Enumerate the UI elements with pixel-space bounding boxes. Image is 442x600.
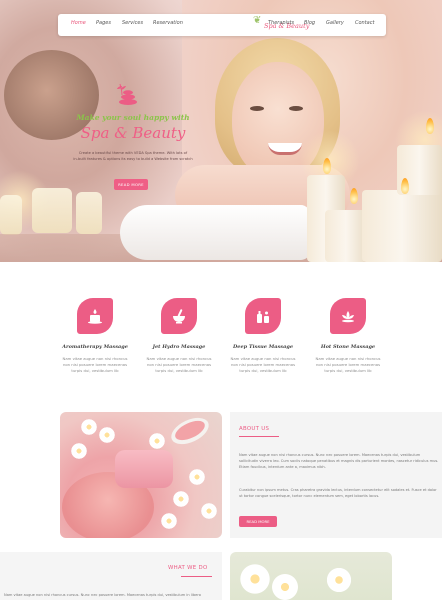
nav-item-home[interactable]: Home [71, 20, 86, 26]
bottles-icon [245, 298, 281, 334]
about-paragraph: Nam vitae augue non nisi rhoncus cursus.… [239, 453, 439, 470]
service-description-line: Nam vitae augue non nisi rhoncus [230, 356, 296, 361]
hero-read-more-button[interactable]: READ MORE [114, 179, 148, 190]
flower [172, 490, 190, 508]
flower [70, 442, 88, 460]
about-title: ABOUT US [239, 426, 270, 432]
candle-flame [426, 118, 434, 134]
service-card[interactable]: Aromatherapy Massage Nam vitae augue non… [55, 298, 135, 373]
service-title: Aromatherapy Massage [62, 344, 128, 350]
hero-banner: Make your soul happy with Spa & Beauty C… [0, 0, 442, 262]
service-description-line: turpis dui, vestibulum lib [239, 367, 287, 373]
candle-jar [0, 195, 22, 235]
service-description-line: non nisi posuere lorem maecenas [315, 361, 381, 367]
nav-item-pages[interactable]: Pages [96, 20, 111, 26]
candle-flame [401, 178, 409, 194]
about-section: ABOUT US Nam vitae augue non nisi rhoncu… [230, 412, 442, 538]
lotus-icon [330, 298, 366, 334]
what-we-do-paragraph: Nam vitae augue non nisi rhoncus cursus.… [4, 593, 201, 597]
leaf-logo-icon: ❦ [253, 15, 262, 26]
lotus-stones-icon [114, 80, 140, 106]
hero-towel [120, 205, 310, 260]
service-description-line: non nisi posuere lorem maecenas [62, 361, 128, 367]
candle-flame [323, 158, 331, 174]
service-title: Hot Stone Massage [320, 344, 376, 350]
flower [148, 432, 166, 450]
mortar-pestle-icon [161, 298, 197, 334]
what-we-do-divider [181, 576, 212, 577]
service-description-line: Nam vitae augue non nisi rhoncus [146, 356, 212, 361]
candle [325, 210, 367, 262]
service-description-line: turpis dui, vestibulum lib [155, 367, 203, 373]
service-card[interactable]: Deep Tissue Massage Nam vitae augue non … [223, 298, 303, 373]
about-image [60, 412, 222, 538]
service-description: Nam vitae augue non nisi rhoncus non nis… [311, 356, 385, 373]
flower [200, 502, 218, 520]
service-description: Nam vitae augue non nisi rhoncus non nis… [58, 356, 132, 373]
nav-item-blog[interactable]: Blog [304, 20, 315, 26]
service-card[interactable]: Hot Stone Massage Nam vitae augue non ni… [308, 298, 388, 373]
hero-subtitle-line: Create a beautiful theme with VEDA Spa t… [78, 151, 188, 155]
soap-bar [115, 450, 173, 488]
flower [80, 418, 98, 436]
service-description: Nam vitae augue non nisi rhoncus non nis… [226, 356, 300, 373]
service-description-line: turpis dui, vestibulum lib [71, 367, 119, 373]
hero-subtitle-line: in-built features & options its easy to … [73, 156, 193, 161]
candle-icon [77, 298, 113, 334]
flower [98, 426, 116, 444]
hero-woman-eye [289, 106, 303, 111]
flower [238, 562, 272, 596]
candle-jar [76, 192, 102, 234]
about-paragraph: Curabitur non ipsum metus. Cras pharetra… [239, 488, 437, 499]
service-card[interactable]: Jet Hydro Massage Nam vitae augue non ni… [139, 298, 219, 373]
about-read-more-button[interactable]: READ MORE [239, 516, 277, 527]
nav-item-reservation[interactable]: Reservation [153, 20, 183, 26]
flower [270, 572, 300, 600]
service-description: Nam vitae augue non nisi rhoncus non nis… [142, 356, 216, 373]
flower [160, 512, 178, 530]
service-title: Deep Tissue Massage [232, 344, 294, 350]
service-description-line: turpis dui, vestibulum lib [324, 367, 372, 373]
about-divider [239, 436, 279, 437]
candle-flame [350, 188, 358, 204]
candle [362, 190, 442, 262]
what-we-do-image [230, 552, 392, 600]
service-description-line: non nisi posuere lorem maecenas [146, 361, 212, 367]
flower [188, 468, 206, 486]
what-we-do-title: WHAT WE DO [168, 565, 208, 571]
hero-woman-eye [250, 106, 264, 111]
nav-item-therapists[interactable]: Therapists [268, 20, 294, 26]
hero-subtitle: Create a beautiful theme with VEDA Spa t… [62, 151, 204, 162]
nav-item-gallery[interactable]: Gallery [326, 20, 344, 26]
service-description-line: Nam vitae augue non nisi rhoncus [62, 356, 128, 361]
flower [325, 566, 353, 594]
service-description-line: non nisi posuere lorem maecenas [230, 361, 296, 367]
nav-item-contact[interactable]: Contact [355, 20, 374, 26]
hero-tagline: Make your soul happy with [76, 113, 190, 122]
what-we-do-section: WHAT WE DO Nam vitae augue non nisi rhon… [0, 552, 222, 600]
service-title: Jet Hydro Massage [152, 344, 206, 350]
hero-title: Spa & Beauty [80, 124, 186, 142]
service-description-line: Nam vitae augue non nisi rhoncus [315, 356, 381, 361]
nav-item-services[interactable]: Services [122, 20, 143, 26]
main-navigation: Home Pages Services Reservation ❦ Spa & … [58, 14, 386, 36]
candle-jar [32, 188, 72, 233]
